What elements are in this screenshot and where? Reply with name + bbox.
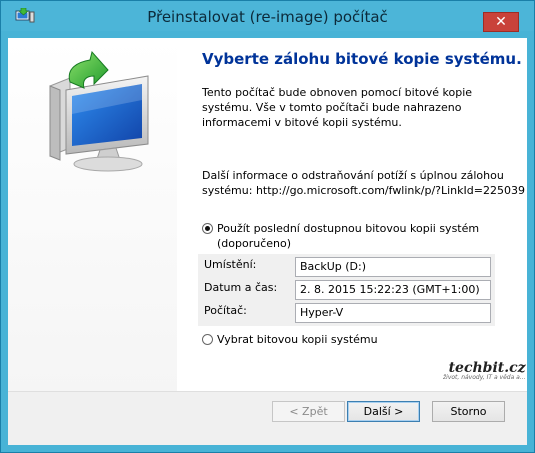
radio-select-image[interactable] <box>202 334 213 345</box>
option-use-latest-label-2: (doporučeno) <box>217 237 292 250</box>
dialog-window: Přeinstalovat (re-image) počítač ✕ Vyber… <box>0 0 535 453</box>
location-label: Umístění: <box>204 258 257 271</box>
footer-divider <box>8 391 527 392</box>
computer-label: Počítač: <box>204 304 247 317</box>
close-button[interactable]: ✕ <box>483 12 519 32</box>
option-select-image-label: Vybrat bitovou kopii systému <box>217 333 378 346</box>
cancel-button[interactable]: Storno <box>432 401 505 422</box>
monitor-restore-arrow-icon <box>49 50 149 172</box>
back-button[interactable]: < Zpět <box>272 401 345 422</box>
more-info-line-1: Další informace o odstraňování potíží s … <box>202 169 504 182</box>
radio-use-latest[interactable] <box>202 223 213 234</box>
option-select-image[interactable]: Vybrat bitovou kopii systému <box>202 332 378 347</box>
option-use-latest-label: Použít poslední dostupnou bitovou kopii … <box>217 222 480 235</box>
content-panel: Vyberte zálohu bitové kopie systému. Ten… <box>177 38 527 391</box>
description-text: Tento počítač bude obnoven pomocí bitové… <box>202 86 473 129</box>
location-value: BackUp (D:) <box>295 257 491 277</box>
more-info-line-2: systému: http://go.microsoft.com/fwlink/… <box>202 184 525 197</box>
watermark-logo: techbit.cz život, návody, IT a věda a... <box>443 360 526 381</box>
title-bar[interactable]: Přeinstalovat (re-image) počítač ✕ <box>1 1 534 32</box>
close-icon: ✕ <box>495 14 507 30</box>
datetime-value: 2. 8. 2015 15:22:23 (GMT+1:00) <box>295 280 491 300</box>
datetime-label: Datum a čas: <box>204 281 278 294</box>
watermark-tagline: život, návody, IT a věda a... <box>443 374 526 381</box>
illustration-panel <box>8 38 177 391</box>
window-title: Přeinstalovat (re-image) počítač <box>147 8 388 26</box>
image-details-group: Umístění: BackUp (D:) Datum a čas: 2. 8.… <box>198 254 495 326</box>
dialog-client-area: Vyberte zálohu bitové kopie systému. Ten… <box>8 38 527 445</box>
more-info-text: Další informace o odstraňování potíží s … <box>202 168 525 198</box>
option-use-latest[interactable]: Použít poslední dostupnou bitovou kopii … <box>202 221 479 251</box>
page-heading: Vyberte zálohu bitové kopie systému. <box>202 50 522 68</box>
computer-value: Hyper-V <box>295 303 491 323</box>
next-button[interactable]: Další > <box>347 401 420 422</box>
